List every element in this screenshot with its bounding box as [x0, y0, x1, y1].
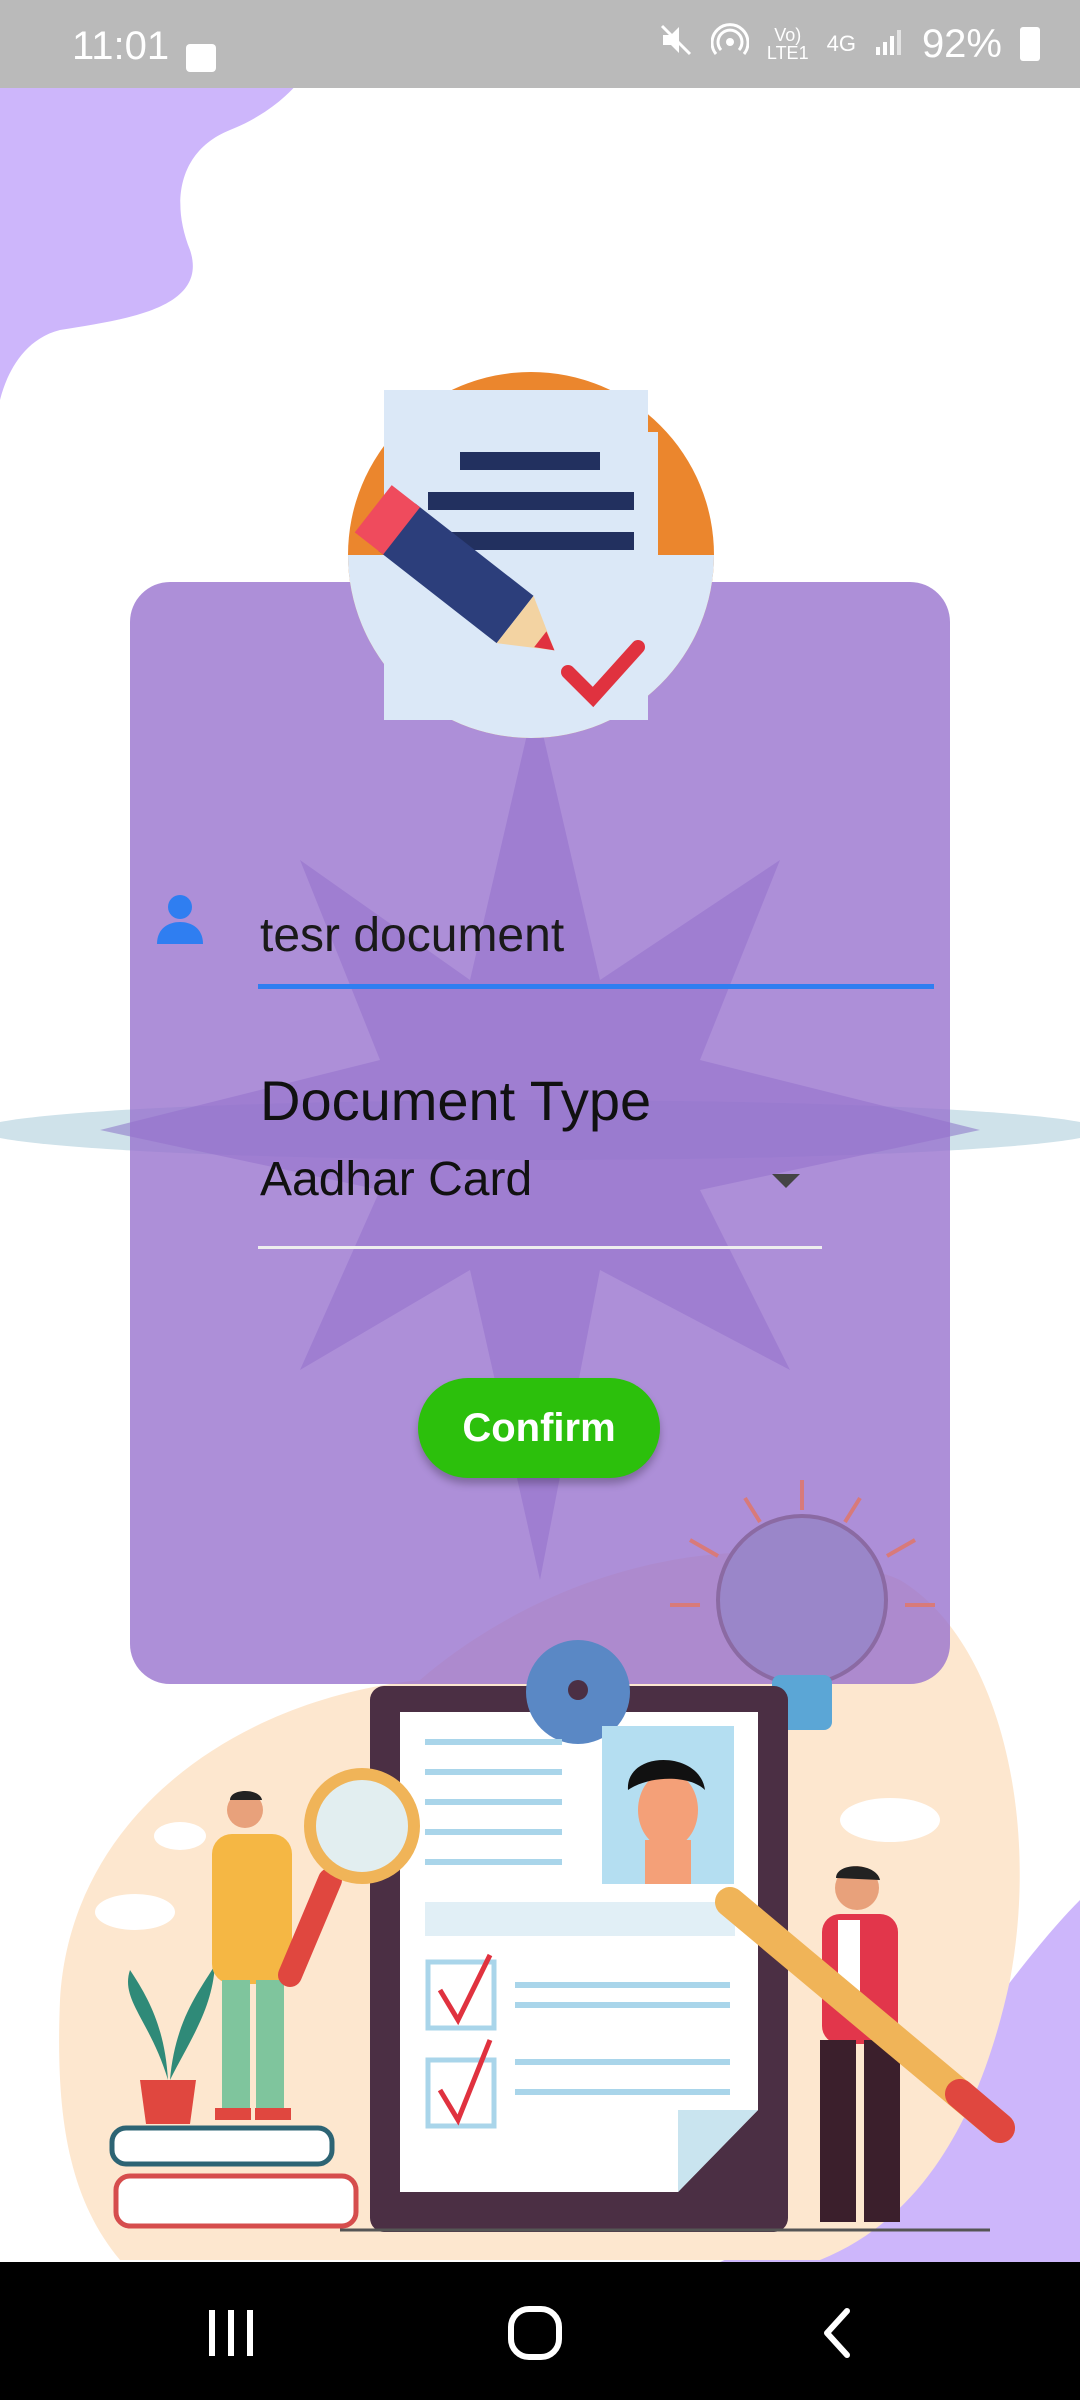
status-bar: 11:01 Vo) LTE1 4G 92% [0, 0, 1080, 88]
person-icon [155, 892, 205, 951]
document-name-input[interactable] [260, 880, 932, 990]
home-button[interactable] [490, 2298, 580, 2368]
volte-label: Vo) [774, 25, 802, 45]
name-input-underline [258, 984, 934, 989]
status-time: 11:01 [72, 24, 170, 68]
gallery-icon [186, 44, 216, 72]
navigation-bar [0, 2262, 1080, 2400]
network-type: 4G [826, 31, 856, 56]
document-type-label: Document Type [260, 1069, 652, 1132]
document-review-illustration [95, 1480, 1015, 2232]
clipboard-icon [370, 1640, 788, 2232]
home-icon [508, 2306, 562, 2360]
document-type-value[interactable]: Aadhar Card [260, 1152, 532, 1207]
back-icon [824, 2308, 850, 2358]
lte-label: LTE1 [766, 43, 809, 63]
recent-apps-button[interactable] [186, 2298, 276, 2368]
hotspot-icon [710, 20, 750, 68]
confirm-button[interactable]: Confirm [418, 1378, 660, 1478]
signal-icon [874, 22, 904, 67]
dropdown-underline [258, 1246, 822, 1249]
status-icons: Vo) LTE1 4G 92% [659, 20, 1040, 68]
back-button[interactable] [792, 2298, 882, 2368]
battery-percent: 92% [921, 21, 1002, 66]
recent-apps-icon [209, 2310, 253, 2356]
document-logo [348, 372, 714, 738]
dropdown-arrow-icon[interactable] [772, 1174, 800, 1188]
mute-icon [659, 22, 693, 67]
battery-icon [1020, 27, 1040, 61]
volte-indicator: Vo) LTE1 [767, 26, 809, 62]
